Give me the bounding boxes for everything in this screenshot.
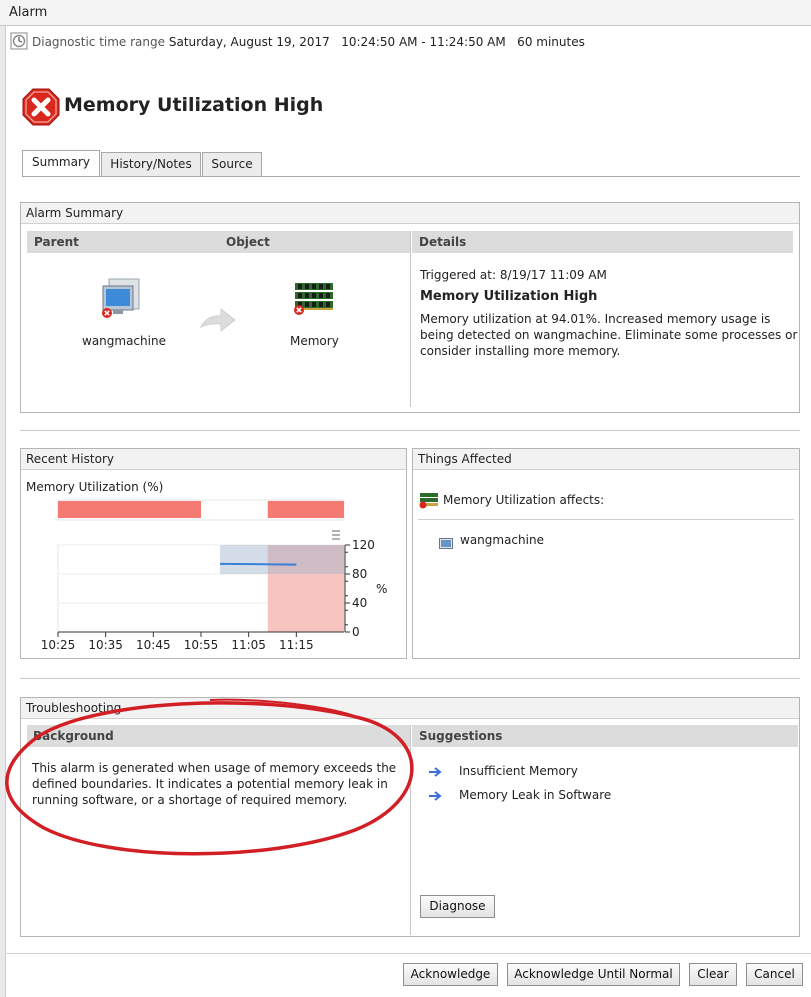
memory-affects-icon <box>418 491 440 513</box>
clock-icon[interactable] <box>10 32 28 53</box>
acknowledge-button[interactable]: Acknowledge <box>403 963 498 986</box>
arrow-right-icon <box>199 307 237 337</box>
x-tick-label: 10:35 <box>88 638 123 652</box>
suggestion-insufficient-memory[interactable]: Insufficient Memory <box>459 764 578 778</box>
affects-label: Memory Utilization affects: <box>443 493 605 507</box>
tab-summary[interactable]: Summary <box>22 150 100 176</box>
things-affected-panel: Things Affected Memory Utilization affec… <box>412 448 800 659</box>
memory-chip-icon[interactable] <box>293 279 335 319</box>
cancel-button[interactable]: Cancel <box>746 963 803 986</box>
x-tick-label: 11:15 <box>279 638 314 652</box>
parent-column-header: Parent <box>34 235 79 249</box>
details-divider <box>410 231 411 407</box>
alarm-strip-band <box>58 501 201 518</box>
x-tick-label: 11:05 <box>231 638 266 652</box>
suggestion-arrow-icon <box>429 762 443 781</box>
alarm-strip-band <box>267 501 344 518</box>
alarm-summary-panel: Alarm Summary Parent Object Details wang… <box>20 202 800 413</box>
y-tick-label: 80 <box>352 567 367 581</box>
details-text-line: being detected on wangmachine. Eliminate… <box>420 328 798 342</box>
affects-divider <box>418 519 794 520</box>
x-tick-label: 10:45 <box>136 638 171 652</box>
computer-icon[interactable] <box>101 277 141 323</box>
chart-title: Memory Utilization (%) <box>26 480 164 494</box>
section-separator <box>20 678 800 679</box>
window-title-bar: Alarm <box>0 0 811 26</box>
diagnose-button[interactable]: Diagnose <box>420 895 495 918</box>
memory-utilization-chart[interactable]: 10:25 10:35 10:45 10:55 11:05 11:15 0 40 80 120% <box>21 497 406 659</box>
time-range-value: Saturday, August 19, 2017 10:24:50 AM - … <box>168 35 585 49</box>
tab-bar: Summary History/Notes Source <box>22 150 282 177</box>
suggestion-arrow-icon <box>429 786 443 805</box>
affected-item-wangmachine[interactable]: wangmachine <box>460 533 544 547</box>
y-tick-label: 120 <box>352 538 375 552</box>
object-name[interactable]: Memory <box>290 334 339 348</box>
memory-series-line <box>220 562 297 566</box>
suggestions-column-header: Suggestions <box>412 725 798 747</box>
clear-button[interactable]: Clear <box>689 963 737 986</box>
chart-menu-icon[interactable] <box>332 530 340 540</box>
tab-source[interactable]: Source <box>202 152 262 176</box>
y-tick-label: 40 <box>352 596 367 610</box>
window-title: Alarm <box>9 5 48 20</box>
details-text-line: Memory utilization at 94.01%. Increased … <box>420 312 771 326</box>
alarm-title: Memory Utilization High <box>64 94 324 116</box>
parent-name[interactable]: wangmachine <box>82 334 166 348</box>
details-text-line: consider installing more memory. <box>420 344 621 358</box>
details-text: Memory utilization at 94.01%. Increased … <box>420 311 797 359</box>
section-separator <box>20 430 800 431</box>
tab-underline <box>22 176 800 177</box>
object-column-header: Object <box>226 235 270 249</box>
time-range-label: Diagnostic time range <box>32 35 166 49</box>
recent-history-heading: Recent History <box>21 449 406 470</box>
annotation-ellipse <box>5 698 414 856</box>
acknowledge-until-normal-button[interactable]: Acknowledge Until Normal <box>507 963 680 986</box>
y-axis-label: % <box>376 582 387 596</box>
details-title: Memory Utilization High <box>420 289 598 304</box>
triggered-at: Triggered at: 8/19/17 11:09 AM <box>420 268 607 282</box>
y-tick-label: 0 <box>352 625 360 639</box>
parent-object-header: Parent Object <box>27 231 410 253</box>
tab-history-notes[interactable]: History/Notes <box>101 152 201 176</box>
things-affected-heading: Things Affected <box>413 449 799 470</box>
time-range-bar: Diagnostic time range Saturday, August 1… <box>10 32 585 53</box>
recent-history-panel: Recent History Memory Utilization (%) 10… <box>20 448 407 659</box>
critical-alarm-icon <box>22 88 60 130</box>
footer-separator <box>5 953 811 954</box>
suggestion-memory-leak[interactable]: Memory Leak in Software <box>459 788 611 802</box>
details-column-header: Details <box>412 231 793 253</box>
alarm-summary-heading: Alarm Summary <box>21 203 799 224</box>
x-tick-label: 10:25 <box>41 638 76 652</box>
selection-window <box>220 545 344 574</box>
machine-icon <box>439 535 453 554</box>
x-tick-label: 10:55 <box>184 638 219 652</box>
